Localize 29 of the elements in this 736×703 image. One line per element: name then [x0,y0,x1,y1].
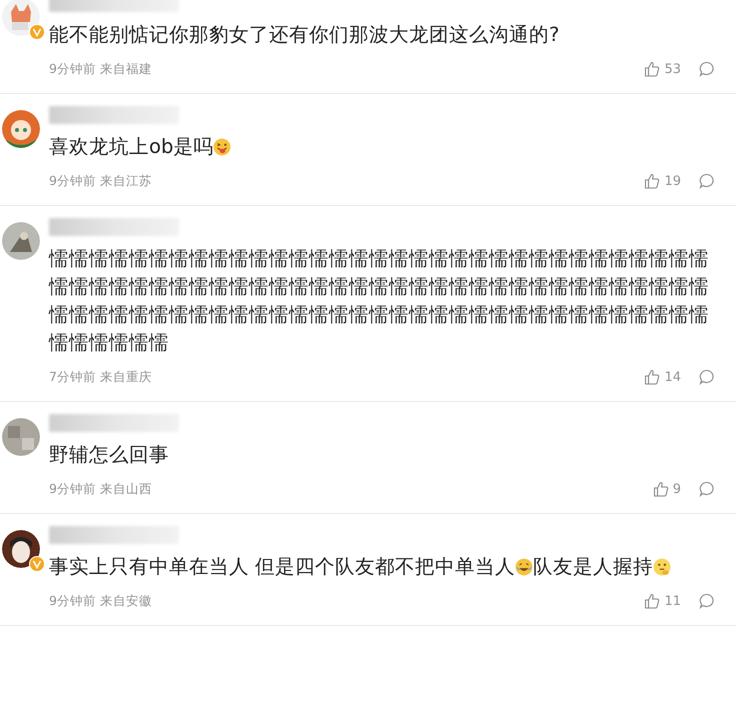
comment-text: 能不能别惦记你那豹女了还有你们那波大龙团这么沟通的? [49,22,560,48]
comment-icon[interactable] [699,61,715,77]
comment-meta: 9分钟前 来自山西 [49,480,152,498]
comment-icon[interactable] [699,593,715,609]
comment-meta: 9分钟前 来自安徽 [49,592,152,610]
like-count: 11 [664,594,681,608]
user-avatar[interactable] [2,530,40,568]
comment-text: 事实上只有中单在当人 但是四个队友都不把中单当人 队友是人握持 [49,553,715,581]
comment-icon[interactable] [699,173,715,189]
like-count: 19 [664,174,681,188]
laughing-emoji-icon [515,558,534,576]
comment-icon[interactable] [699,481,715,497]
thinking-emoji-icon [653,558,672,576]
comment-text: 懦懦懦懦懦懦懦懦懦懦懦懦懦懦懦懦懦懦懦懦懦懦懦懦懦懦懦懦懦懦懦懦懦懦懦懦懦懦懦懦懦懦懦懦懦懦懦懦懦懦懦懦懦懦懦懦懦懦懦懦懦懦懦懦懦懦懦懦懦懦懦懦懦懦懦懦懦懦懦懦懦懦懦懦懦懦懦懦懦懦懦懦懦懦懦懦懦懦懦懦懦懦懦懦懦 [49,246,710,356]
comment-meta: 7分钟前 来自重庆 [49,368,152,386]
comment-icon[interactable] [699,369,715,385]
tongue-out-emoji-icon [213,138,232,156]
thumbs-up-icon[interactable] [644,61,660,77]
comment-meta: 9分钟前 来自福建 [49,60,152,78]
comment-meta: 9分钟前 来自江苏 [49,172,152,190]
comment-text: 喜欢龙坑上ob是吗 [49,133,715,161]
thumbs-up-icon[interactable] [652,481,669,497]
thumbs-up-icon[interactable] [644,173,660,189]
like-count: 53 [664,62,681,76]
thumbs-up-icon[interactable] [644,593,660,609]
like-count: 9 [672,482,681,496]
comment-text: 野辅怎么回事 [49,442,170,468]
like-count: 14 [664,370,681,384]
thumbs-up-icon[interactable] [644,369,660,385]
